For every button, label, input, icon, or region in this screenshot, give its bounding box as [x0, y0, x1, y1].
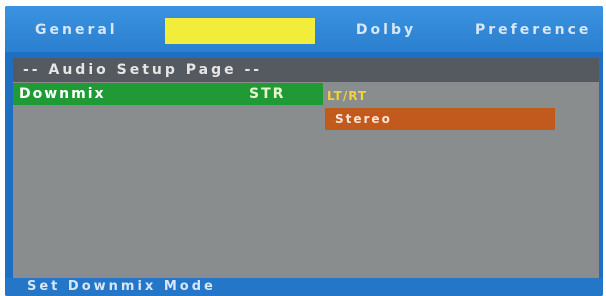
tab-preference[interactable]: Preference [475, 18, 599, 42]
tab-dolby[interactable]: Dolby [355, 18, 417, 42]
status-bar: Set Downmix Mode [5, 278, 603, 296]
downmix-value: STR [249, 86, 286, 102]
osd-screen: General Dolby Preference -- Audio Setup … [5, 6, 603, 296]
page-title: -- Audio Setup Page -- [23, 62, 263, 78]
tab-audio-active[interactable] [165, 18, 315, 44]
downmix-row[interactable]: Downmix STR [13, 83, 323, 105]
tab-bar: General Dolby Preference [5, 6, 603, 52]
status-text: Set Downmix Mode [27, 279, 216, 294]
option-ltrt[interactable]: LT/RT [327, 86, 367, 106]
option-stereo[interactable]: Stereo [325, 108, 555, 130]
option-stereo-label: Stereo [335, 112, 392, 126]
page-title-bar: -- Audio Setup Page -- [13, 58, 599, 82]
tab-general[interactable]: General [35, 18, 135, 42]
downmix-label: Downmix [19, 86, 106, 102]
